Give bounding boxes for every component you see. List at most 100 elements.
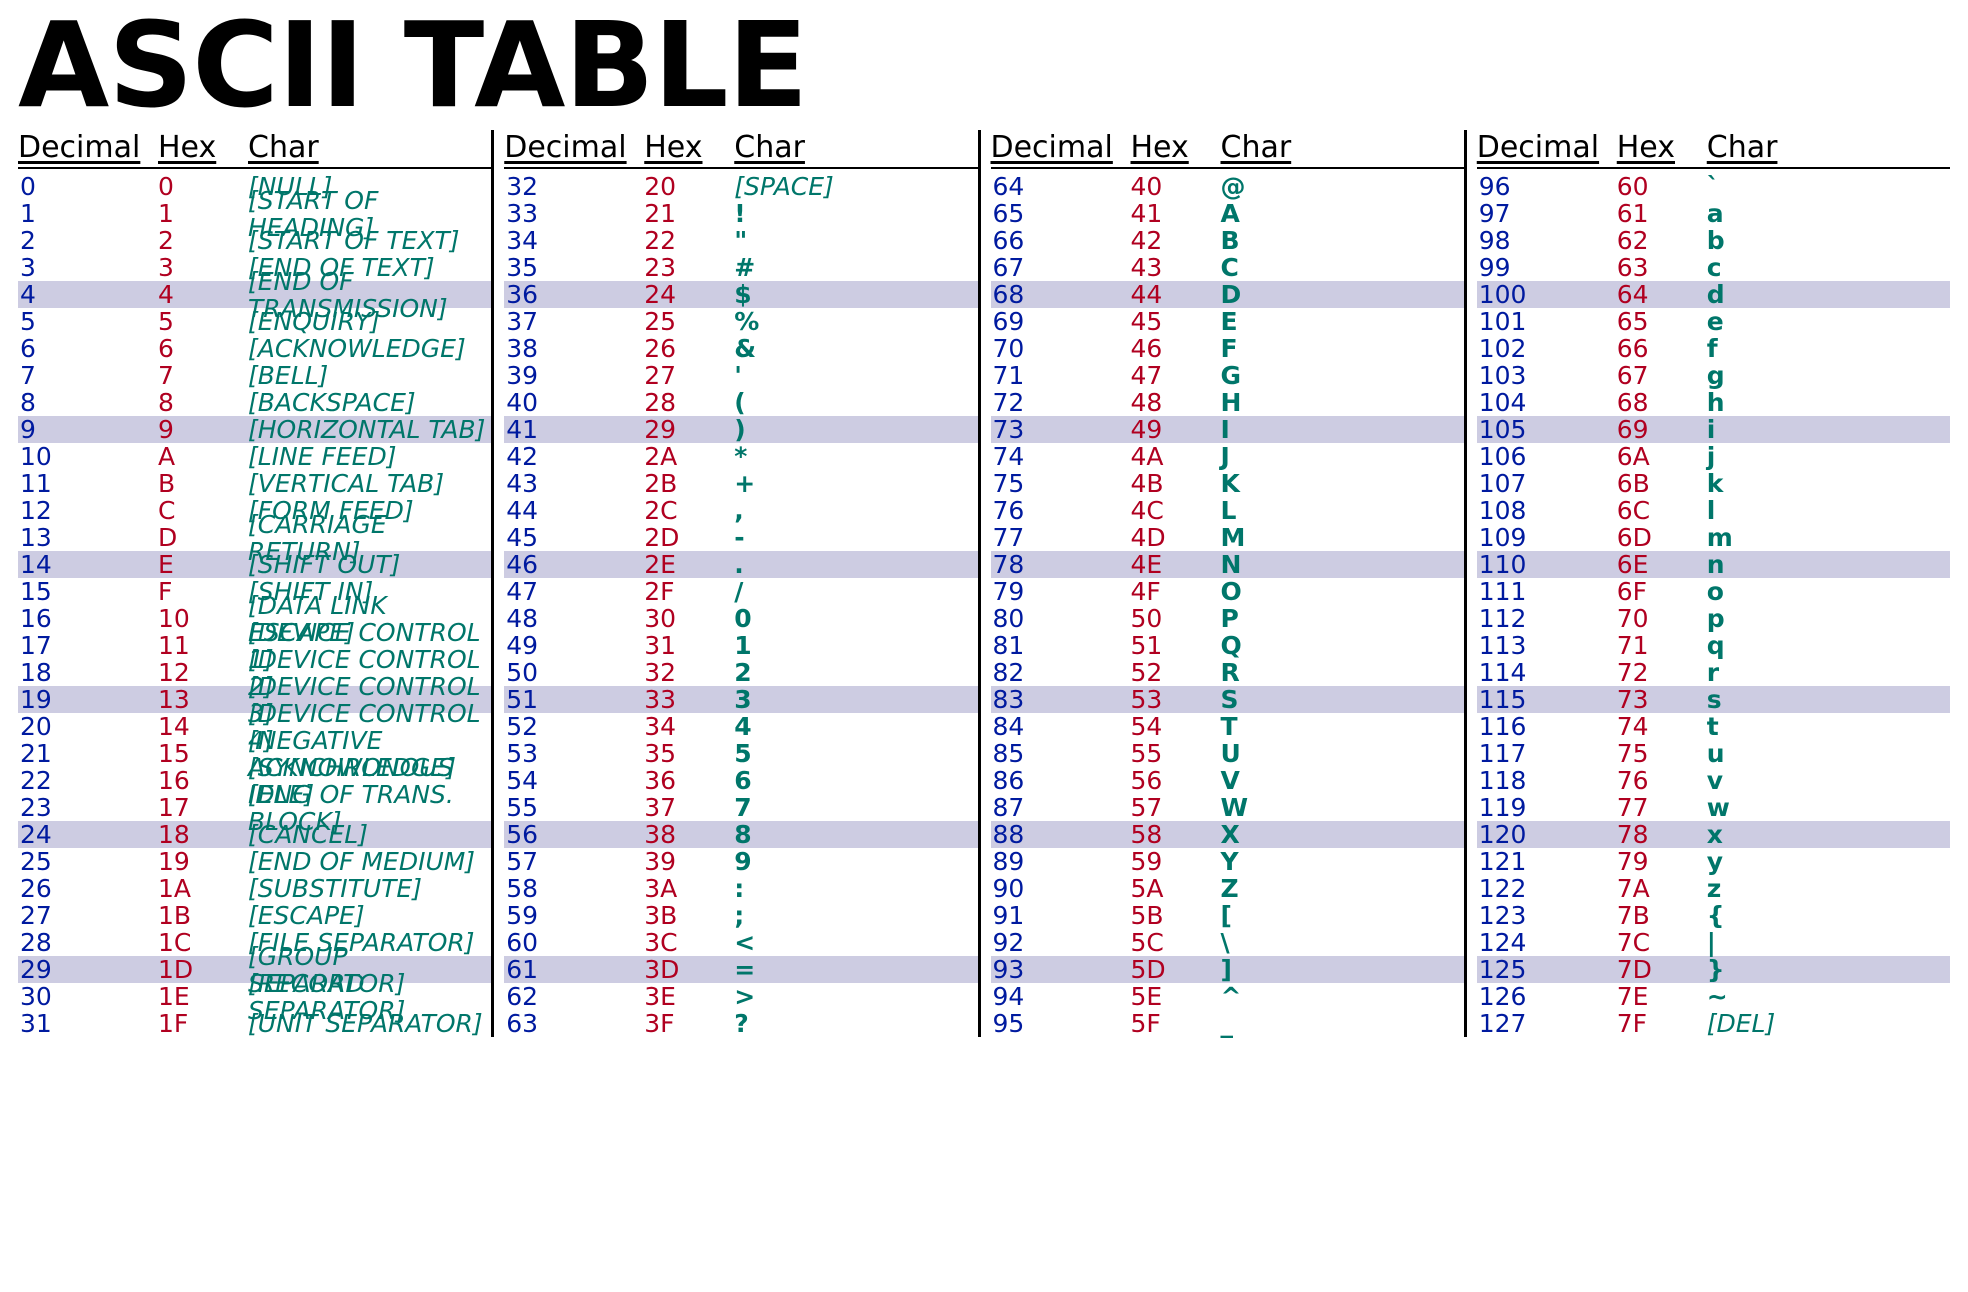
table-row: 6743C (991, 254, 1464, 281)
table-row: 3624$ (504, 281, 977, 308)
cell-char: ; (734, 902, 977, 929)
cell-char: - (734, 524, 977, 551)
cell-hex: 33 (644, 686, 734, 713)
cell-hex: 35 (644, 740, 734, 767)
cell-hex: 2 (158, 227, 248, 254)
cell-char: S (1221, 686, 1464, 713)
cell-char: ' (734, 362, 977, 389)
cell-hex: A (158, 443, 248, 470)
cell-decimal: 25 (18, 848, 158, 875)
cell-char: O (1221, 578, 1464, 605)
cell-decimal: 69 (991, 308, 1131, 335)
cell-hex: 63 (1617, 254, 1707, 281)
cell-decimal: 100 (1477, 281, 1617, 308)
table-row: 905AZ (991, 875, 1464, 902)
cell-decimal: 68 (991, 281, 1131, 308)
cell-decimal: 78 (991, 551, 1131, 578)
cell-decimal: 93 (991, 956, 1131, 983)
cell-char: N (1221, 551, 1464, 578)
cell-decimal: 33 (504, 200, 644, 227)
cell-decimal: 76 (991, 497, 1131, 524)
cell-decimal: 32 (504, 173, 644, 200)
cell-decimal: 109 (1477, 524, 1617, 551)
cell-hex: 4C (1131, 497, 1221, 524)
cell-decimal: 121 (1477, 848, 1617, 875)
table-row: 10064d (1477, 281, 1950, 308)
cell-decimal: 56 (504, 821, 644, 848)
cell-char: n (1707, 551, 1950, 578)
table-row: 422A* (504, 443, 977, 470)
cell-hex: 10 (158, 605, 248, 632)
cell-decimal: 54 (504, 767, 644, 794)
cell-char: ( (734, 389, 977, 416)
cell-decimal: 66 (991, 227, 1131, 254)
cell-decimal: 71 (991, 362, 1131, 389)
cell-decimal: 31 (18, 1010, 158, 1037)
table-row: 603C< (504, 929, 977, 956)
cell-hex: 3C (644, 929, 734, 956)
cell-decimal: 57 (504, 848, 644, 875)
cell-hex: 56 (1131, 767, 1221, 794)
cell-char: 4 (734, 713, 977, 740)
cell-decimal: 82 (991, 659, 1131, 686)
cell-char: Q (1221, 632, 1464, 659)
cell-hex: 2D (644, 524, 734, 551)
cell-decimal: 27 (18, 902, 158, 929)
cell-char: o (1707, 578, 1950, 605)
cell-char: d (1707, 281, 1950, 308)
table-row: 54366 (504, 767, 977, 794)
cell-hex: 78 (1617, 821, 1707, 848)
cell-char: [ACKNOWLEDGE] (248, 335, 491, 362)
cell-char: % (734, 308, 977, 335)
table-row: 8959Y (991, 848, 1464, 875)
cell-decimal: 74 (991, 443, 1131, 470)
table-row: 1247C| (1477, 929, 1950, 956)
cell-char: < (734, 929, 977, 956)
cell-decimal: 8 (18, 389, 158, 416)
cell-char: [LINE FEED] (248, 443, 491, 470)
cell-hex: 37 (644, 794, 734, 821)
cell-char: m (1707, 524, 1950, 551)
cell-char: c (1707, 254, 1950, 281)
table-row: 955F_ (991, 1010, 1464, 1037)
cell-char: B (1221, 227, 1464, 254)
cell-hex: 41 (1131, 200, 1221, 227)
table-row: 9862b (1477, 227, 1950, 254)
cell-hex: D (158, 524, 248, 551)
cell-hex: 67 (1617, 362, 1707, 389)
cell-decimal: 35 (504, 254, 644, 281)
cell-char: K (1221, 470, 1464, 497)
table-row: 472F/ (504, 578, 977, 605)
cell-char: [SUBSTITUTE] (248, 875, 491, 902)
table-row: 8252R (991, 659, 1464, 686)
cell-char: k (1707, 470, 1950, 497)
cell-decimal: 19 (18, 686, 158, 713)
cell-char: # (734, 254, 977, 281)
cell-char: P (1221, 605, 1464, 632)
cell-hex: 7E (1617, 983, 1707, 1010)
cell-hex: 73 (1617, 686, 1707, 713)
cell-hex: 77 (1617, 794, 1707, 821)
cell-char: z (1707, 875, 1950, 902)
cell-decimal: 37 (504, 308, 644, 335)
cell-decimal: 119 (1477, 794, 1617, 821)
cell-char: [ESCAPE] (248, 902, 491, 929)
table-row: 53355 (504, 740, 977, 767)
cell-decimal: 36 (504, 281, 644, 308)
cell-char: [END OF MEDIUM] (248, 848, 491, 875)
table-row: 462E. (504, 551, 977, 578)
table-row: 623E> (504, 983, 977, 1010)
cell-char: p (1707, 605, 1950, 632)
table-row: 915B[ (991, 902, 1464, 929)
table-row: 8353S (991, 686, 1464, 713)
table-row: 12179y (1477, 848, 1950, 875)
cell-hex: 2B (644, 470, 734, 497)
table-row: 1237B{ (1477, 902, 1950, 929)
cell-char: [START OF TEXT] (248, 227, 491, 254)
cell-hex: 62 (1617, 227, 1707, 254)
cell-hex: 3D (644, 956, 734, 983)
cell-char: j (1707, 443, 1950, 470)
table-row: 55[ENQUIRY] (18, 308, 491, 335)
cell-hex: 8 (158, 389, 248, 416)
cell-char: X (1221, 821, 1464, 848)
